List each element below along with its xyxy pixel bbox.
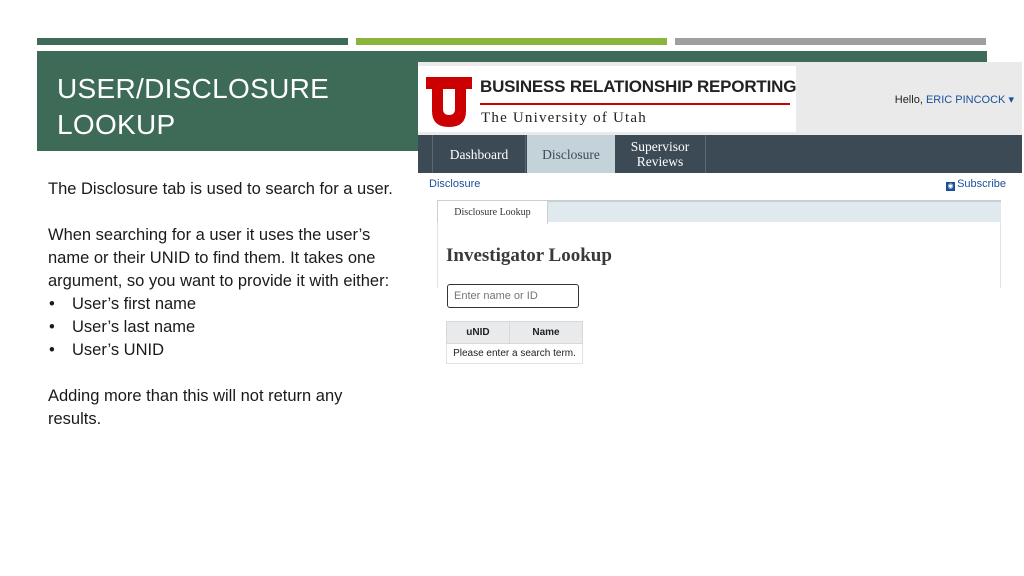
subscribe-link[interactable]: ◉ Subscribe xyxy=(946,178,1006,191)
brand-title: BUSINESS RELATIONSHIP REPORTING xyxy=(480,77,797,96)
column-header-name[interactable]: Name xyxy=(508,321,584,344)
user-name[interactable]: ERIC PINCOCK xyxy=(926,94,1005,106)
closing-text: Adding more than this will not return an… xyxy=(48,387,343,428)
rss-icon[interactable]: ◉ xyxy=(946,182,956,191)
block-u-logo xyxy=(426,77,472,127)
bullet-unid: User’s UNID xyxy=(48,339,398,362)
tab-dashboard[interactable]: Dashboard xyxy=(432,135,526,173)
search-input[interactable] xyxy=(447,284,579,308)
main-nav: Dashboard Disclosure Supervisor Reviews xyxy=(418,135,1022,173)
description-text: When searching for a user it uses the us… xyxy=(48,226,390,290)
bullet-last-name: User’s last name xyxy=(48,316,398,339)
brand-subtitle: The University of Utah xyxy=(481,110,647,126)
table-row: Please enter a search term. xyxy=(446,343,583,364)
greeting-text: Hello, xyxy=(894,94,923,106)
caret-down-icon[interactable]: ▾ xyxy=(1008,94,1014,106)
brand-divider xyxy=(480,103,790,105)
empty-message: Please enter a search term. xyxy=(446,343,583,364)
tab-disclosure[interactable]: Disclosure xyxy=(527,135,615,173)
lookup-tabstrip: Disclosure Lookup xyxy=(437,200,1001,224)
breadcrumb[interactable]: Disclosure xyxy=(429,178,480,190)
app-header: BUSINESS RELATIONSHIP REPORTING The Univ… xyxy=(418,62,1022,135)
accent-bar-lime xyxy=(356,38,667,45)
slide-title: USER/DISCLOSURE LOOKUP xyxy=(57,73,330,140)
accent-bar-green xyxy=(37,38,348,45)
subscribe-label[interactable]: Subscribe xyxy=(957,178,1006,190)
app-screenshot: BUSINESS RELATIONSHIP REPORTING The Univ… xyxy=(418,62,1022,288)
column-header-unid[interactable]: uNID xyxy=(446,321,510,344)
user-menu[interactable]: ERIC PINCOCK ▾ xyxy=(926,94,1014,106)
bullet-first-name: User’s first name xyxy=(48,293,398,316)
user-greeting: Hello, ERIC PINCOCK ▾ xyxy=(895,93,1014,106)
tab-supervisor-reviews[interactable]: Supervisor Reviews xyxy=(615,135,706,173)
page-title: Investigator Lookup xyxy=(446,245,612,266)
accent-bar-gray xyxy=(675,38,986,45)
brand-area[interactable]: BUSINESS RELATIONSHIP REPORTING The Univ… xyxy=(418,66,796,132)
tab-disclosure-lookup[interactable]: Disclosure Lookup xyxy=(437,200,548,224)
bullet-list: User’s first name User’s last name User’… xyxy=(48,293,398,362)
slide-body: The Disclosure tab is used to search for… xyxy=(48,178,398,431)
results-table: uNID Name Please enter a search term. xyxy=(446,321,584,364)
intro-text: The Disclosure tab is used to search for… xyxy=(48,180,393,198)
